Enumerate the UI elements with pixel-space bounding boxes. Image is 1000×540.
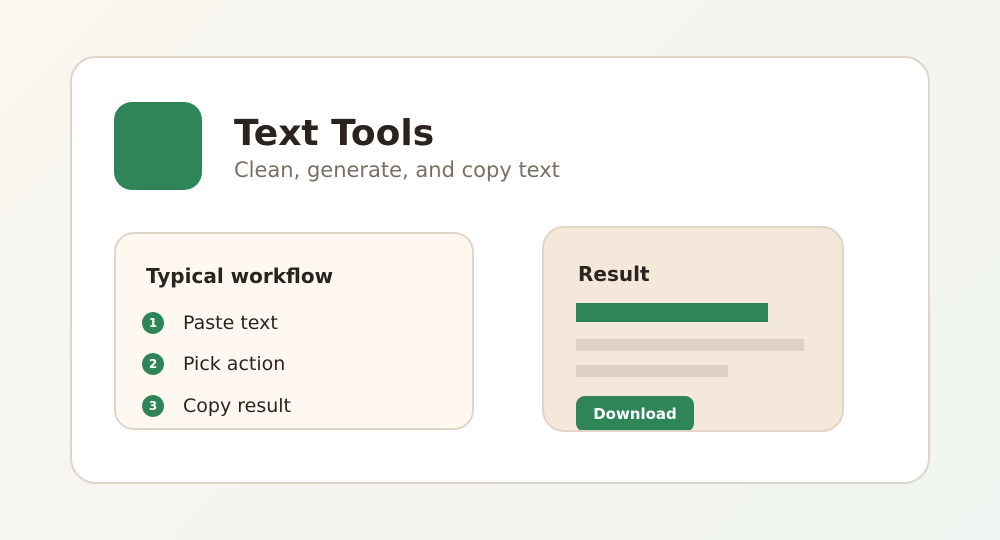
result-title: Result <box>578 262 650 286</box>
result-highlight-bar <box>576 303 768 322</box>
workflow-title: Typical workflow <box>146 264 334 288</box>
step-number-badge: 2 <box>142 353 164 375</box>
download-button[interactable]: Download <box>576 396 694 430</box>
page-subtitle: Clean, generate, and copy text <box>234 158 560 182</box>
result-placeholder-line <box>576 339 804 351</box>
app-logo-icon <box>114 102 202 190</box>
step-label: Pick action <box>183 353 286 375</box>
main-card: Text Tools Clean, generate, and copy tex… <box>70 56 930 484</box>
step-label: Copy result <box>183 395 291 417</box>
page-title: Text Tools <box>234 113 435 154</box>
step-label: Paste text <box>183 312 278 334</box>
step-number-badge: 3 <box>142 395 164 417</box>
result-panel: Result Download <box>542 226 844 432</box>
workflow-panel: Typical workflow 1 Paste text 2 Pick act… <box>114 232 474 430</box>
result-placeholder-line <box>576 365 728 377</box>
step-number-badge: 1 <box>142 312 164 334</box>
